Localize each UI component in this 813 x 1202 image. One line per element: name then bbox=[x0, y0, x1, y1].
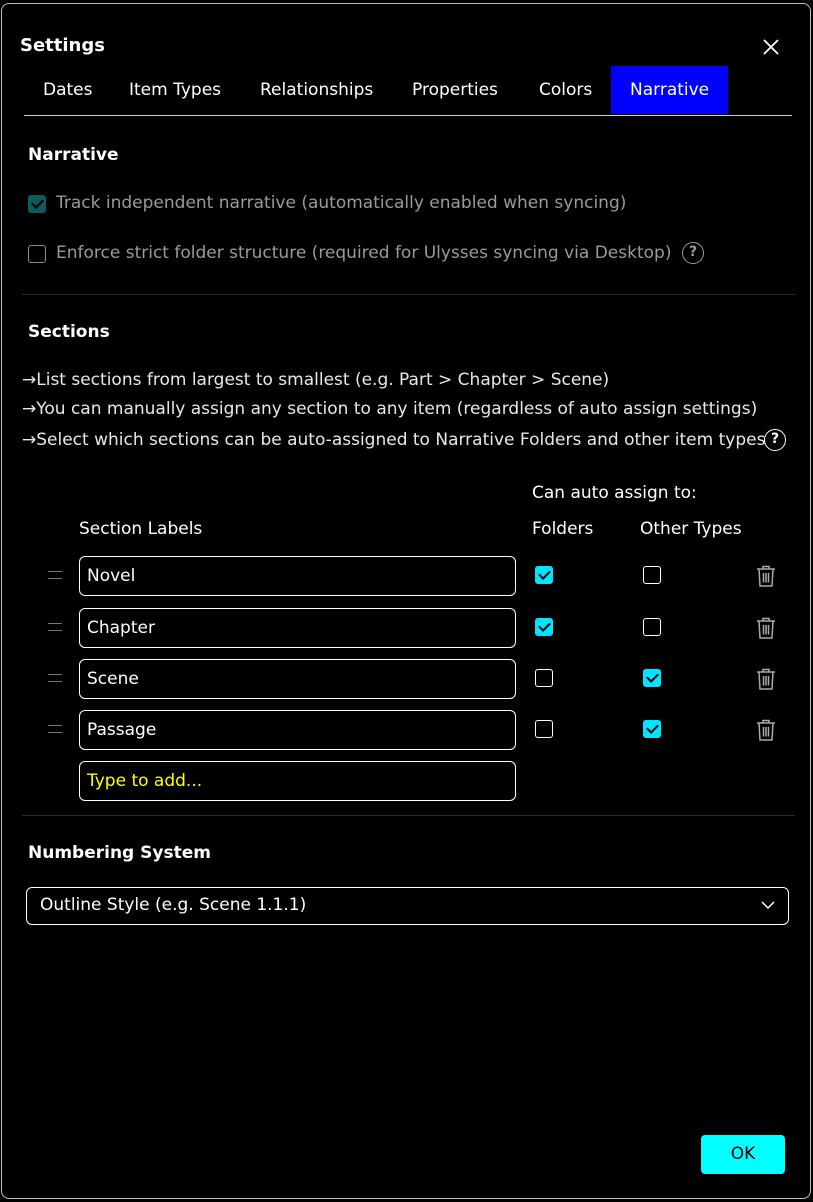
auto-assign-header: Can auto assign to: bbox=[532, 483, 697, 503]
tab-relationships[interactable]: Relationships bbox=[241, 66, 392, 114]
tab-properties[interactable]: Properties bbox=[393, 66, 517, 114]
tab-colors[interactable]: Colors bbox=[520, 66, 611, 114]
sections-heading: Sections bbox=[28, 322, 110, 342]
narrative-heading: Narrative bbox=[28, 145, 119, 165]
drag-handle-icon[interactable] bbox=[48, 623, 62, 631]
section-labels-header: Section Labels bbox=[79, 519, 203, 539]
numbering-selected-value: Outline Style (e.g. Scene 1.1.1) bbox=[40, 895, 307, 915]
track-narrative-label: Track independent narrative (automatical… bbox=[56, 193, 627, 213]
help-icon[interactable]: ? bbox=[682, 242, 704, 264]
bullet-item: →List sections from largest to smallest … bbox=[22, 370, 610, 390]
chevron-down-icon bbox=[761, 901, 775, 910]
settings-dialog: Settings Dates Item Types Relationships … bbox=[1, 3, 811, 1199]
section-label-input[interactable] bbox=[79, 710, 516, 750]
numbering-heading: Numbering System bbox=[28, 843, 211, 863]
trash-icon[interactable] bbox=[755, 667, 777, 691]
numbering-system-select[interactable]: Outline Style (e.g. Scene 1.1.1) bbox=[26, 887, 789, 925]
folders-checkbox[interactable] bbox=[535, 566, 553, 584]
trash-icon[interactable] bbox=[755, 616, 777, 640]
section-label-input[interactable] bbox=[79, 608, 516, 648]
other-types-checkbox[interactable] bbox=[643, 669, 661, 687]
bullet-item: →You can manually assign any section to … bbox=[22, 399, 758, 419]
folders-header: Folders bbox=[532, 519, 594, 539]
divider bbox=[22, 294, 795, 295]
divider bbox=[22, 815, 795, 816]
tab-dates[interactable]: Dates bbox=[24, 66, 112, 114]
other-types-checkbox[interactable] bbox=[643, 566, 661, 584]
drag-handle-icon[interactable] bbox=[48, 571, 62, 579]
drag-handle-icon[interactable] bbox=[48, 725, 62, 733]
trash-icon[interactable] bbox=[755, 564, 777, 588]
tab-item-types[interactable]: Item Types bbox=[110, 66, 240, 114]
strict-folder-label: Enforce strict folder structure (require… bbox=[56, 243, 672, 263]
folders-checkbox[interactable] bbox=[535, 618, 553, 636]
bullet-item: →Select which sections can be auto-assig… bbox=[22, 430, 766, 450]
section-label-input[interactable] bbox=[79, 659, 516, 699]
tab-narrative[interactable]: Narrative bbox=[611, 66, 729, 114]
dialog-title: Settings bbox=[20, 35, 105, 56]
other-types-checkbox[interactable] bbox=[643, 720, 661, 738]
drag-handle-icon[interactable] bbox=[48, 674, 62, 682]
other-types-header: Other Types bbox=[640, 519, 742, 539]
ok-button[interactable]: OK bbox=[701, 1135, 785, 1174]
tab-bar: Dates Item Types Relationships Propertie… bbox=[24, 66, 792, 116]
folders-checkbox[interactable] bbox=[535, 669, 553, 687]
section-label-input[interactable] bbox=[79, 556, 516, 596]
track-narrative-checkbox[interactable] bbox=[28, 195, 46, 213]
close-icon[interactable] bbox=[759, 35, 783, 59]
add-section-input[interactable] bbox=[79, 761, 516, 801]
other-types-checkbox[interactable] bbox=[643, 618, 661, 636]
folders-checkbox[interactable] bbox=[535, 720, 553, 738]
strict-folder-checkbox[interactable] bbox=[28, 245, 46, 263]
help-icon[interactable]: ? bbox=[764, 429, 786, 451]
trash-icon[interactable] bbox=[755, 718, 777, 742]
